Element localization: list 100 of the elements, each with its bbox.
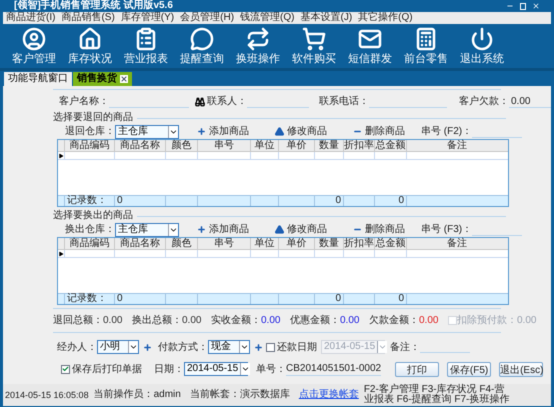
total-label: 换出总额： (132, 314, 182, 328)
field-label: 单号： (256, 362, 286, 376)
field-label: 退回仓库： (65, 124, 115, 139)
toolbar-button[interactable]: 软件购买 (286, 27, 342, 65)
column-header: 备注 (406, 140, 507, 151)
checkbox-label: 还款日期 (277, 340, 317, 354)
field-label: 客户欠款： (459, 94, 509, 109)
notepad-icon (134, 27, 158, 51)
field-label: 备注： (390, 340, 420, 354)
menu-item[interactable]: 基本设置(J) (300, 12, 352, 24)
envelope-icon (358, 27, 382, 51)
maximize-icon[interactable] (520, 2, 526, 10)
total-value: 0.00 (103, 314, 124, 328)
menu-item[interactable]: 商品进货(I) (6, 12, 56, 24)
toolbar-button[interactable]: 退出系统 (454, 27, 510, 65)
total-label: 退回总额： (53, 314, 103, 328)
status-time: 2014-05-15 16:05:08 (5, 390, 89, 400)
footer-value: 0 (398, 195, 404, 206)
total-label: 优惠金额： (290, 314, 340, 328)
toolbar-button[interactable]: 营业报表 (118, 27, 174, 65)
binoculars-icon[interactable] (195, 96, 205, 106)
field-label: 联系人： (207, 94, 247, 109)
total-value: 0.00 (261, 314, 282, 328)
order-number: CB2014051501-0002 (286, 362, 382, 376)
field-label: 日期： (154, 362, 184, 376)
footer-value: 0 (335, 195, 341, 206)
field-label: 付款方式： (158, 340, 208, 354)
record-count-label: 记录数： (67, 195, 107, 206)
toolbar-button[interactable]: 提醒查询 (174, 27, 230, 65)
section-title: 选择要换出的商品 (53, 210, 133, 222)
total-value: 0.00 (419, 314, 440, 328)
menu-item[interactable]: 会员管理(H) (180, 12, 234, 24)
column-header: 商品编码 (64, 238, 114, 249)
tab[interactable]: 销售换货 (73, 72, 132, 86)
field-label: 联系电话： (319, 94, 369, 109)
user-icon (22, 27, 46, 51)
column-header: 折扣率 (343, 140, 374, 151)
switch-account-link[interactable]: 点击更换帐套 (298, 390, 359, 400)
menu-item[interactable]: 其它操作(Q) (358, 12, 413, 24)
footer-value: 0 (398, 293, 404, 304)
status-account: 当前帐套：演示数据库 (190, 390, 290, 400)
total-value: 0.00 (182, 314, 202, 328)
tab[interactable]: 功能导航窗口 (4, 72, 72, 86)
field-label: 客户名称： (59, 94, 109, 109)
plus-icon (197, 127, 206, 136)
close-icon[interactable] (120, 75, 128, 83)
footer-value: 0 (335, 293, 341, 304)
column-header: 商品名称 (114, 140, 165, 151)
action-button[interactable]: 修改商品 (275, 222, 327, 237)
checkbox[interactable] (266, 342, 275, 352)
menu-item[interactable]: 库存管理(Y) (120, 12, 174, 24)
column-header: 颜色 (165, 140, 197, 151)
add-icon[interactable] (254, 342, 263, 352)
warehouse-select[interactable]: 主仓库 (115, 222, 179, 236)
action-button[interactable]: 打印 (395, 362, 440, 376)
column-header: 数量 (314, 140, 343, 151)
action-button[interactable]: 添加商品 (197, 124, 249, 139)
text-input[interactable]: 0.00 (509, 96, 551, 108)
checkbox[interactable] (61, 364, 70, 374)
column-header: 单位 (250, 140, 278, 151)
action-button[interactable]: 删除商品 (353, 222, 405, 237)
warehouse-select[interactable]: 主仓库 (115, 124, 179, 138)
plus-icon (197, 225, 206, 234)
column-header: 折扣率 (343, 238, 374, 249)
field-label: 串号 (F2)： (421, 124, 472, 139)
column-header: 数量 (314, 238, 343, 249)
column-header: 颜色 (165, 238, 197, 249)
action-button[interactable]: 删除商品 (353, 124, 405, 139)
record-count-label: 记录数： (67, 293, 107, 304)
field-label: 经办人： (57, 340, 97, 354)
cart-icon (302, 27, 326, 51)
total-label: 扣除预付款： (457, 314, 517, 328)
row-pointer-icon (58, 250, 64, 258)
column-header: 串号 (197, 238, 250, 249)
total-value: 0.00 (340, 314, 360, 328)
payment-select[interactable]: 现金 (208, 340, 250, 354)
date-select[interactable]: 2014-05-15 (184, 362, 248, 376)
toolbar-button[interactable]: 前台零售 (398, 27, 454, 65)
handler-select[interactable]: 小明 (97, 340, 139, 354)
action-button[interactable]: 保存(F5) (447, 362, 492, 376)
field-label: 串号 (F3)： (421, 222, 472, 237)
menu-item[interactable]: 钱流管理(Q) (240, 12, 294, 24)
toolbar-button[interactable]: 客户管理 (6, 27, 62, 65)
toolbar-button[interactable]: 库存状况 (62, 27, 118, 65)
action-button[interactable]: 添加商品 (197, 222, 249, 237)
add-icon[interactable] (143, 342, 152, 352)
menu-item[interactable]: 商品销售(S) (61, 12, 115, 24)
footer-value: 0 (117, 293, 123, 304)
column-header: 商品名称 (114, 238, 165, 249)
toolbar-button[interactable]: 换班操作 (230, 27, 286, 65)
total-label: 实收金额： (211, 314, 261, 328)
triangle-icon (275, 127, 284, 136)
action-button[interactable]: 修改商品 (275, 124, 327, 139)
section-title: 选择要退回的商品 (53, 112, 133, 124)
toolbar-button[interactable]: 短信群发 (342, 27, 398, 65)
column-header: 单价 (278, 238, 314, 249)
action-button[interactable]: 退出(Esc) (499, 362, 544, 376)
checkbox-label: 保存后打印单据 (72, 362, 142, 376)
footer-value: 0 (117, 195, 123, 206)
total-label: 欠款金额： (369, 314, 419, 328)
